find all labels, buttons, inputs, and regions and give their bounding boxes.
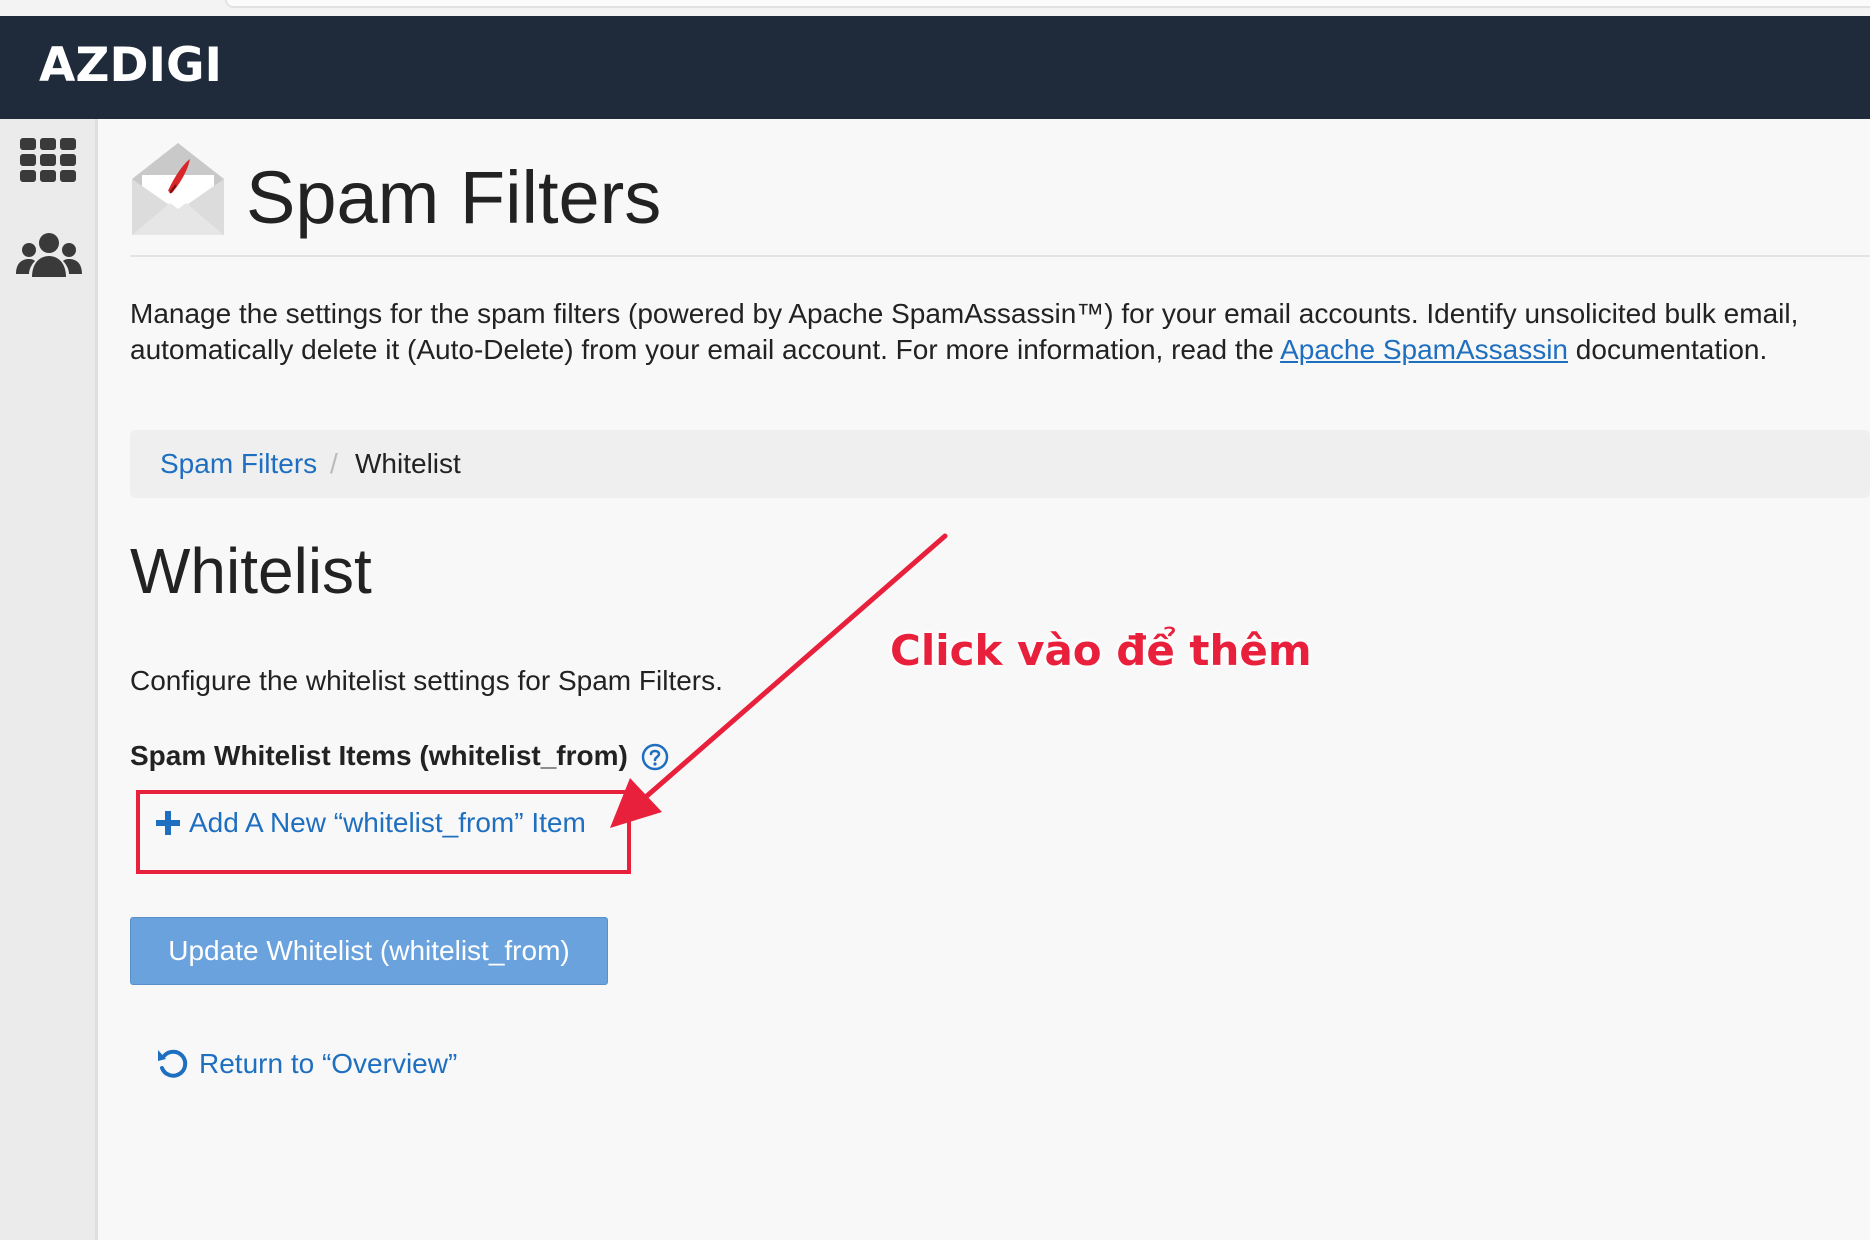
browser-tab-edge: [225, 0, 1870, 8]
browser-chrome-strip: [0, 0, 1870, 16]
spam-filters-envelope-icon: [130, 141, 226, 237]
whitelist-items-label: Spam Whitelist Items (whitelist_from): [130, 740, 628, 771]
help-question-icon[interactable]: [641, 743, 669, 771]
brand-logo[interactable]: AZDIGI: [39, 38, 222, 93]
update-whitelist-button[interactable]: Update Whitelist (whitelist_from): [130, 917, 608, 985]
section-description: Configure the whitelist settings for Spa…: [130, 665, 723, 696]
grid-icon[interactable]: [16, 134, 82, 200]
apache-spamassassin-link[interactable]: Apache SpamAssassin: [1280, 334, 1568, 365]
users-icon[interactable]: [16, 229, 82, 295]
page-header: Spam Filters: [130, 141, 1870, 257]
description-line-1: Manage the settings for the spam filters…: [130, 298, 1799, 329]
add-whitelist-item-link[interactable]: Add A New “whitelist_from” Item: [155, 803, 586, 843]
return-to-overview-label: Return to “Overview”: [199, 1048, 458, 1079]
breadcrumb-current: Whitelist: [355, 448, 461, 479]
breadcrumb-separator: /: [330, 448, 338, 479]
add-whitelist-item-label: Add A New “whitelist_from” Item: [189, 807, 586, 838]
main-content: Spam Filters Manage the settings for the…: [130, 119, 1870, 1240]
breadcrumb-spam-filters-link[interactable]: Spam Filters: [160, 448, 317, 480]
top-navbar: AZDIGI: [0, 16, 1870, 119]
page-title: Spam Filters: [246, 156, 662, 239]
breadcrumb: Spam Filters / Whitelist: [130, 430, 1870, 498]
page-description: Manage the settings for the spam filters…: [130, 296, 1870, 368]
undo-arrow-icon: [155, 1046, 191, 1082]
description-text-after-link: documentation.: [1568, 334, 1768, 365]
description-text-before-link: automatically delete it (Auto-Delete) fr…: [130, 334, 1281, 365]
sidebar: [0, 119, 98, 1240]
description-line-2: automatically delete it (Auto-Delete) fr…: [130, 332, 1870, 368]
return-to-overview-link[interactable]: Return to “Overview”: [155, 1042, 457, 1086]
section-title: Whitelist: [130, 535, 372, 607]
plus-icon: [155, 810, 181, 836]
